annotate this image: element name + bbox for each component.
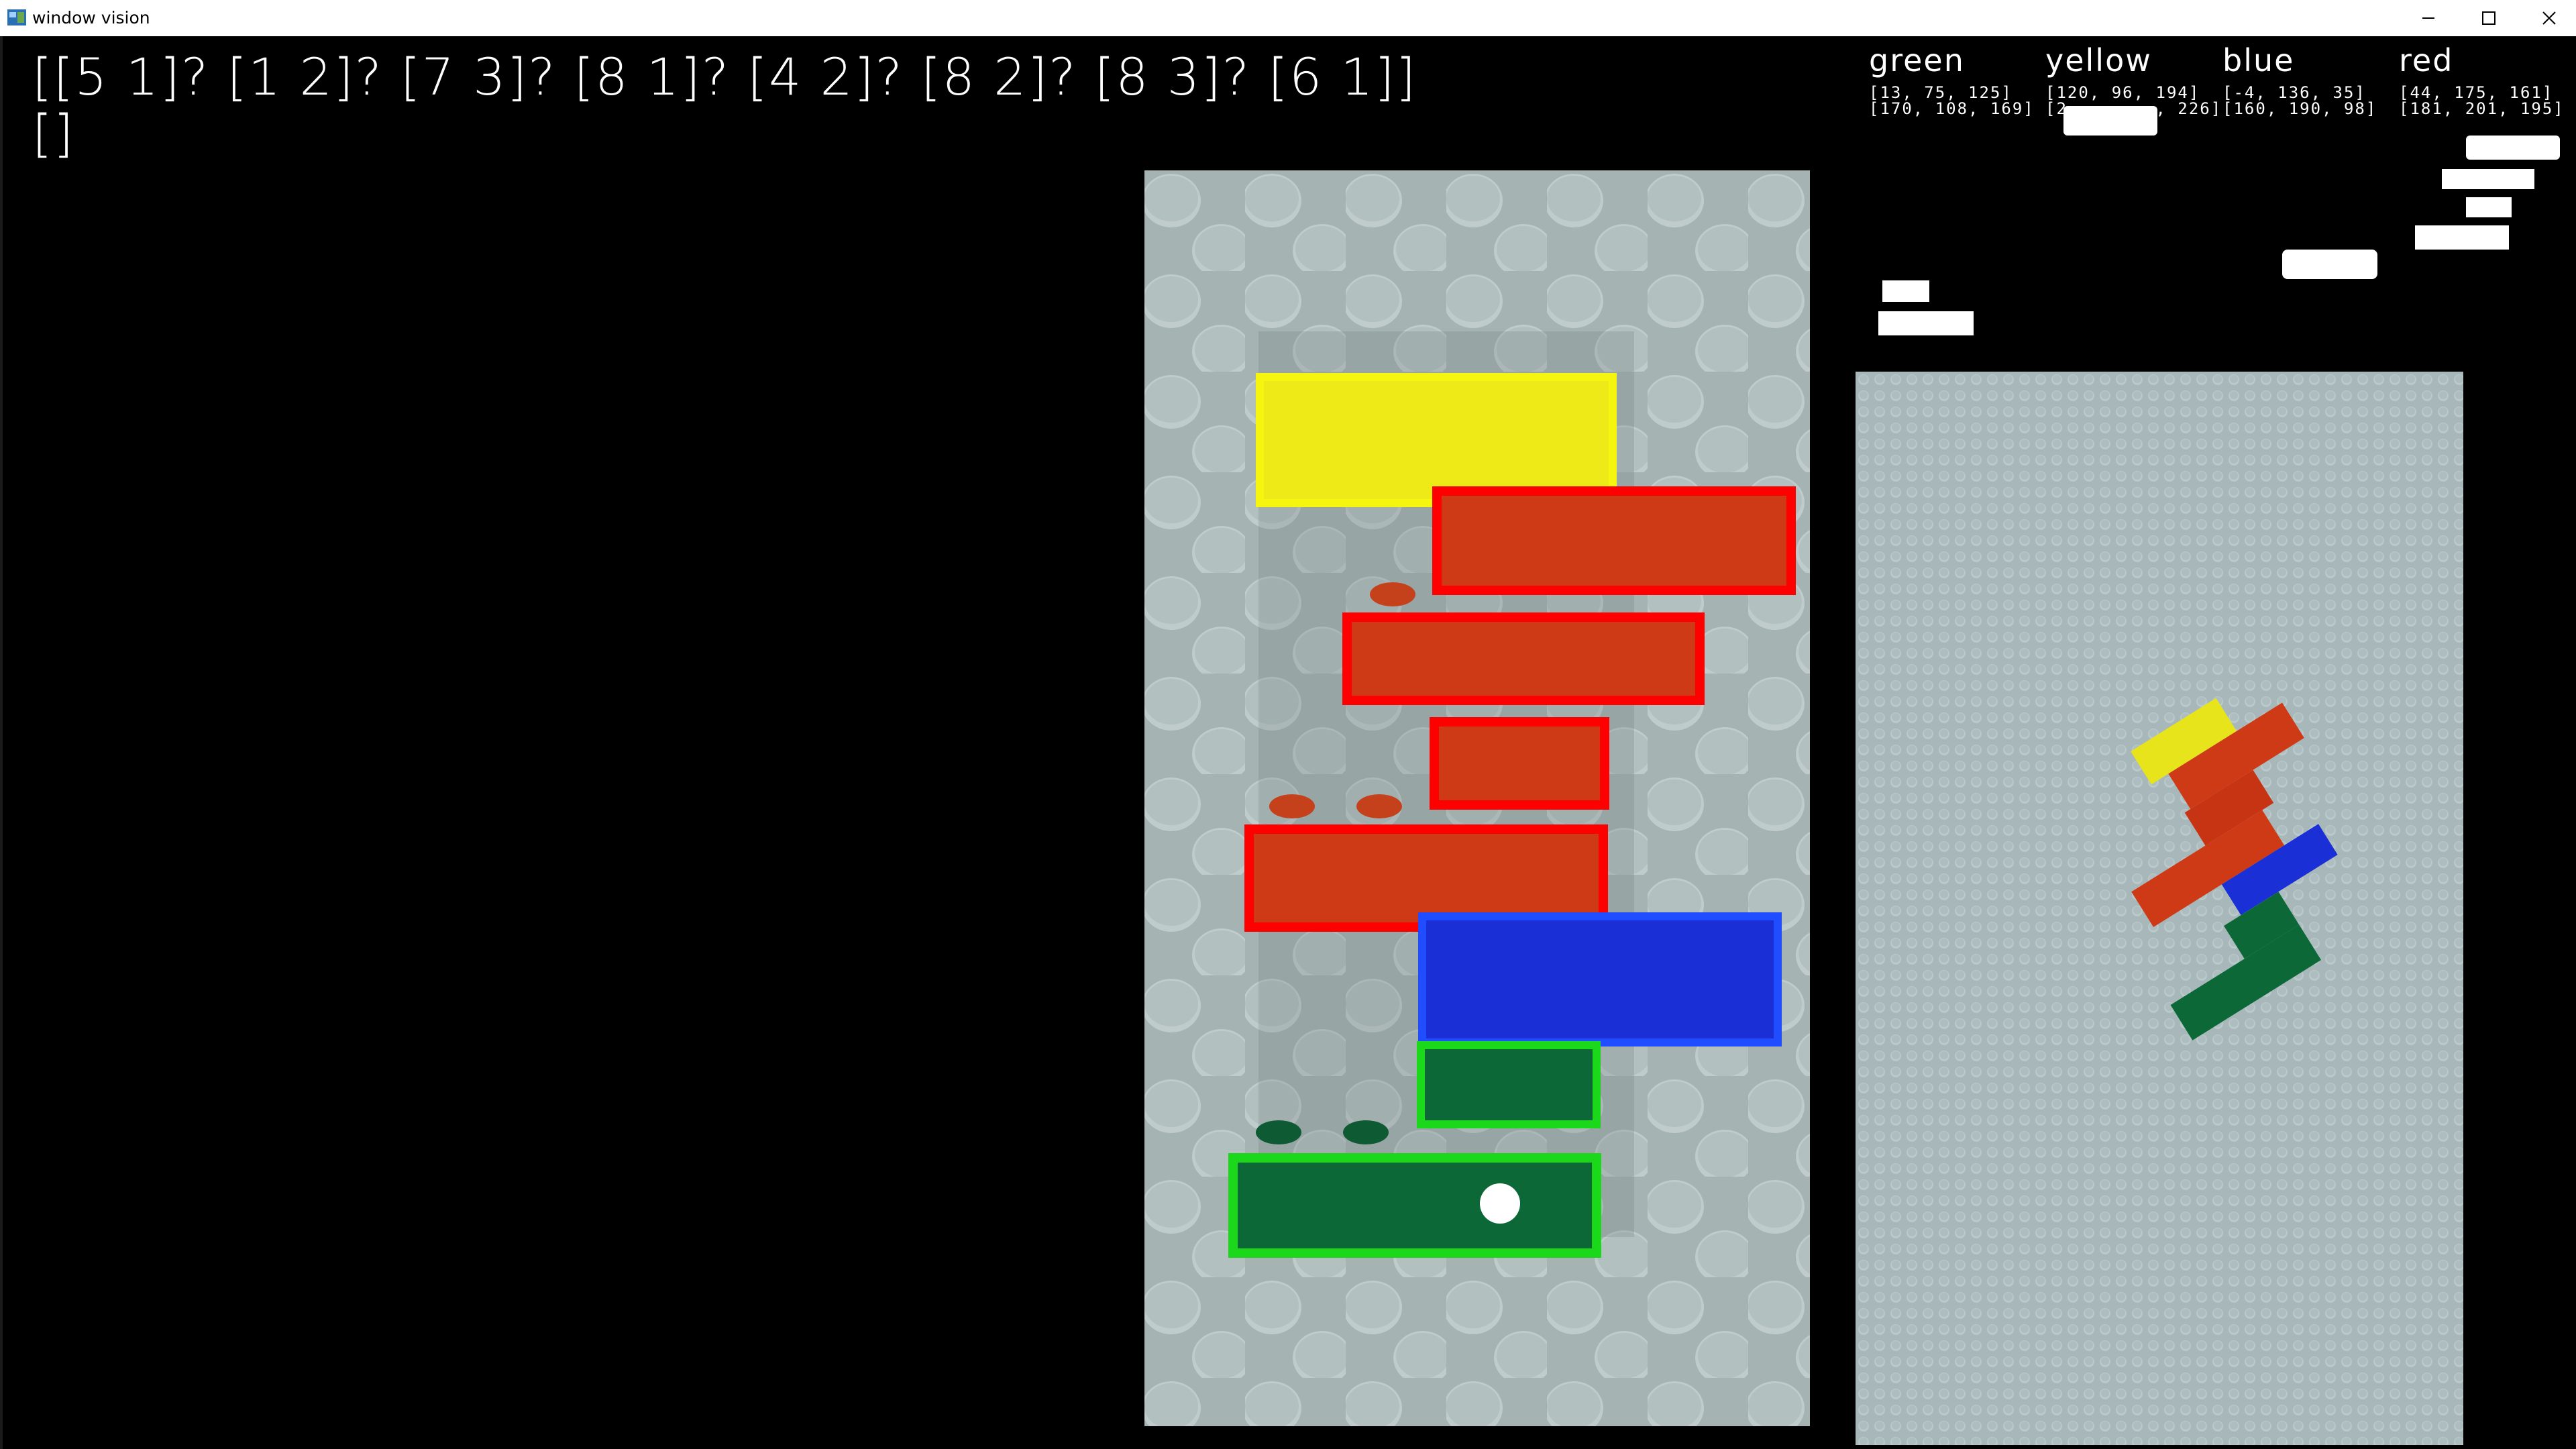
yellow-brick	[1258, 377, 1614, 504]
brick-stud	[1370, 582, 1415, 606]
detected-positions-text: [[5 1]? [1 2]? [7 3]? [8 1]? [4 2]? [8 2…	[32, 47, 1417, 107]
green-brick	[1419, 1044, 1598, 1126]
blue-upper-range: [160, 190, 98]	[2222, 99, 2377, 118]
red-brick	[1433, 722, 1606, 805]
window-edge	[0, 36, 3, 1449]
camera-view	[1144, 170, 1810, 1426]
app-icon	[7, 9, 26, 25]
mask-blob	[1878, 311, 1974, 335]
board-overview	[1856, 372, 2463, 1445]
maximize-icon	[2482, 11, 2496, 25]
mask-blob	[2282, 250, 2377, 279]
mask-blob	[2442, 169, 2534, 189]
red-lower-range: [44, 175, 161]	[2399, 83, 2554, 102]
pending-positions-text: []	[32, 103, 75, 163]
mask-blob	[1882, 280, 1929, 302]
mask-blob	[2466, 197, 2512, 217]
yellow-lower-range: [120, 96, 194]	[2045, 83, 2200, 102]
blue-range-label: blue	[2222, 42, 2295, 78]
mask-blob	[2415, 225, 2509, 250]
minimize-icon	[2422, 17, 2434, 19]
close-icon	[2542, 11, 2556, 25]
green-upper-range: [170, 108, 169]	[1869, 99, 2035, 118]
close-button[interactable]	[2512, 0, 2576, 36]
green-range-label: green	[1869, 42, 1965, 78]
red-range-label: red	[2399, 42, 2454, 78]
title-bar: window vision	[0, 0, 2576, 37]
blue-brick	[1421, 915, 1779, 1044]
green-brick	[1232, 1157, 1599, 1254]
yellow-range-label: yellow	[2045, 42, 2152, 78]
blue-lower-range: [-4, 136, 35]	[2222, 83, 2366, 102]
brick-stud	[1269, 794, 1315, 818]
red-brick	[1346, 617, 1701, 700]
brick-stud	[1356, 794, 1402, 818]
red-upper-range: [181, 201, 195]	[2399, 99, 2565, 118]
mask-blob	[2063, 106, 2157, 136]
mask-blob	[2466, 136, 2560, 160]
window-title: window vision	[32, 8, 150, 28]
brick-stud	[1256, 1120, 1301, 1144]
target-marker	[1480, 1183, 1520, 1224]
red-brick	[1437, 491, 1792, 592]
green-lower-range: [13, 75, 125]	[1869, 83, 2012, 102]
brick-stud	[1343, 1120, 1389, 1144]
